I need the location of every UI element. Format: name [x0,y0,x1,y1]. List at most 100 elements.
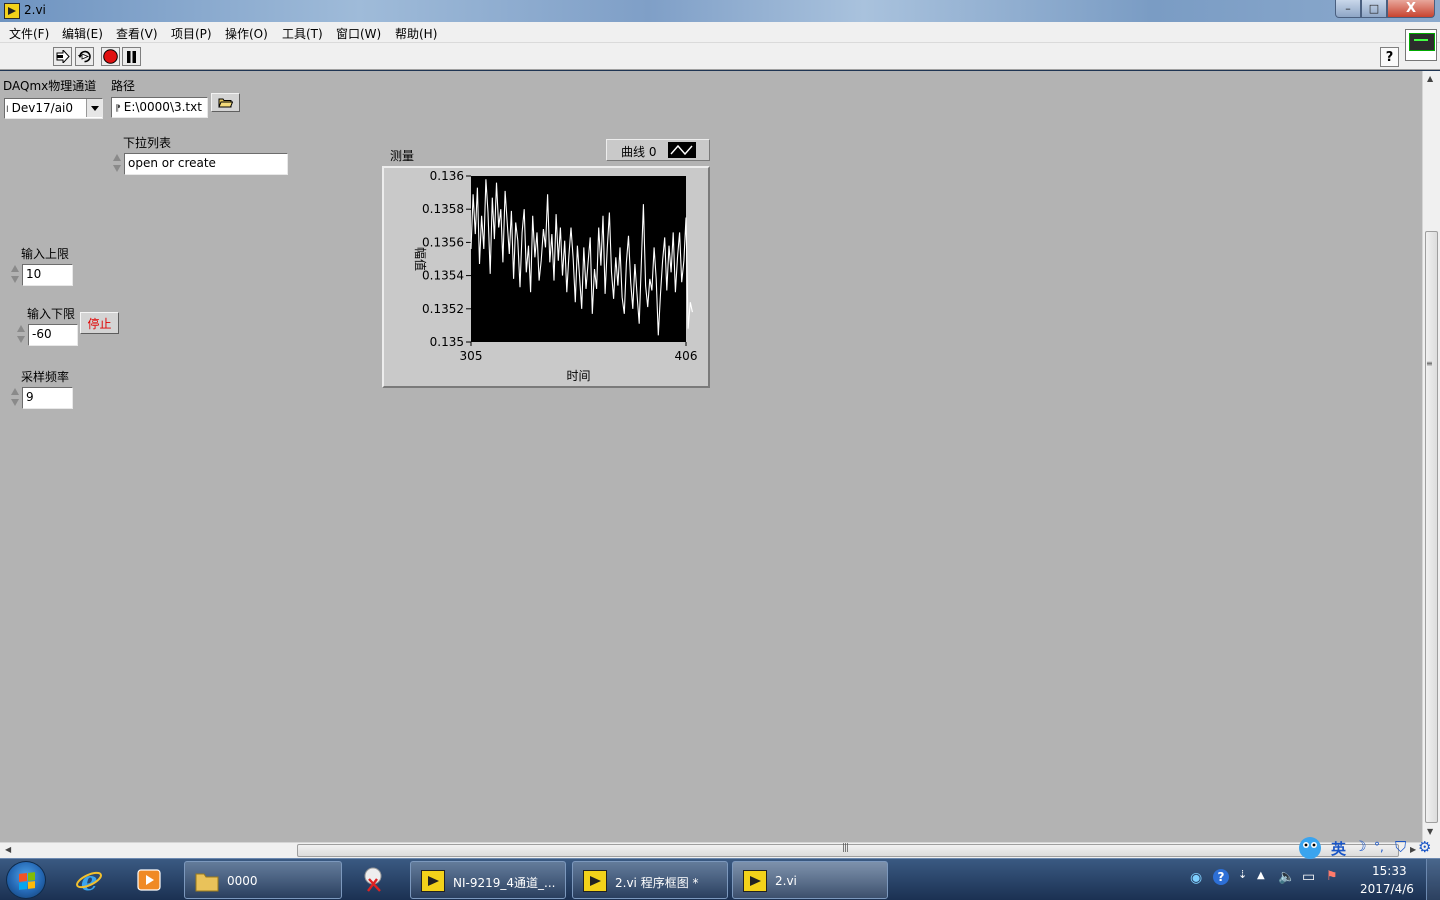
start-button[interactable] [6,861,46,899]
scroll-down-arrow-icon[interactable]: ▼ [1427,827,1433,836]
daqmx-channel-label: DAQmx物理通道 [3,79,97,93]
context-help-button[interactable]: ? [1380,47,1399,67]
taskbar-2vi-front-panel[interactable]: 2.vi [732,861,888,899]
windows-logo-icon [19,872,35,890]
lower-limit-input[interactable]: -60 [28,324,78,346]
run-continuously-button[interactable] [75,47,94,66]
minimize-button[interactable]: – [1335,0,1361,18]
path-label: 路径 [111,79,136,93]
scroll-right-arrow-icon[interactable]: ▶ [1410,845,1416,854]
dropdown-spinner[interactable] [112,151,122,177]
taskbar-ni9219-vi[interactable]: NI-9219_4通道_... [410,861,566,899]
dropdown-label: 下拉列表 [123,136,172,150]
lower-limit-spinner[interactable] [16,322,26,348]
sample-rate-label: 采样频率 [21,370,70,384]
menu-file[interactable]: 文件(F) [9,25,49,42]
clock-date[interactable]: 2017/4/6 [1360,882,1414,896]
labview-vi-icon [4,3,20,19]
tray-bluetooth-icon[interactable]: ⇣ [1238,868,1247,881]
io-name-icon: I [6,105,9,115]
menu-help[interactable]: 帮助(H) [395,25,437,42]
ime-settings-icon[interactable]: ⚙ [1418,838,1431,856]
taskbar: e 0000 NI-9219_4通道_... 2.vi 程序框图 * 2.vi … [0,837,1440,900]
pause-button[interactable] [122,47,141,66]
tray-network-app-icon[interactable]: ◉ [1190,870,1202,886]
labview-vi-icon [421,870,445,892]
y-tick-label: 0.1352 [422,302,464,316]
svg-text:e: e [81,867,98,895]
upper-limit-spinner[interactable] [10,262,20,288]
y-tick-label: 0.1358 [422,202,464,216]
y-axis-title: 幅值 [413,247,428,271]
taskbar-folder-0000[interactable]: 0000 [184,861,342,899]
pinned-internet-explorer[interactable]: e [64,862,114,898]
task-label: 2.vi [775,874,797,888]
run-button[interactable] [53,47,72,66]
y-tick-label: 0.136 [430,169,464,183]
vi-connector-icon[interactable] [1405,29,1437,61]
menu-tools[interactable]: 工具(T) [282,25,323,42]
menu-project[interactable]: 项目(P) [171,25,212,42]
menu-view[interactable]: 查看(V) [116,25,158,42]
sample-rate-input[interactable]: 9 [22,387,73,409]
x-tick-label: 305 [460,349,483,363]
lower-limit-label: 输入下限 [27,307,76,321]
internet-explorer-icon: e [76,867,102,895]
tray-help-icon[interactable]: ? [1213,869,1229,885]
horizontal-scrollbar[interactable]: ◀ ||| ▶ [0,842,1422,858]
ime-moon-icon[interactable]: ☽ [1354,839,1367,855]
path-value: E:\0000\3.txt [123,100,202,114]
vertical-grip-icon: ≡ [1426,359,1433,368]
show-desktop-button[interactable] [1426,859,1440,900]
show-hidden-icons-icon[interactable]: ▲ [1257,870,1265,881]
abort-button[interactable] [101,47,120,66]
action-center-flag-icon[interactable]: ⚑ [1326,869,1338,884]
path-control[interactable]: ⁋ E:\0000\3.txt [111,97,208,118]
open-folder-icon [218,98,233,108]
media-player-icon [137,869,161,891]
legend-series-label: 曲线 0 [621,145,657,159]
pinned-media-player[interactable] [124,862,174,898]
scroll-left-arrow-icon[interactable]: ◀ [5,845,11,854]
close-button[interactable]: X [1387,0,1435,18]
upper-limit-input[interactable]: 10 [22,264,73,286]
labview-vi-icon [583,870,607,892]
maximize-button[interactable]: □ [1361,0,1387,18]
daqmx-dropdown-arrow-icon[interactable] [86,99,102,117]
volume-icon[interactable]: 🔈 [1278,869,1295,885]
vertical-scrollbar[interactable]: ▲ ≡ ▼ [1422,71,1440,842]
stop-button[interactable]: 停止 [80,312,119,334]
chart-plot-svg: 0.136 0.1358 0.1356 0.1354 0.1352 0.135305 406… [413,169,698,383]
y-tick-label: 0.1356 [422,235,464,249]
dropdown-value[interactable]: open or create [124,153,288,175]
menu-operate[interactable]: 操作(O) [225,25,268,42]
ime-skin-icon[interactable]: ⛉ [1395,838,1406,856]
ime-mascot-icon[interactable] [1296,833,1324,861]
run-arrow-icon [56,50,70,63]
taskbar-block-diagram[interactable]: 2.vi 程序框图 * [572,861,728,899]
vertical-scroll-thumb[interactable] [1425,231,1438,823]
front-panel: DAQmx物理通道 I Dev17/ai0 路径 ⁋ E:\0000\3.txt 下… [0,71,1422,842]
scroll-up-arrow-icon[interactable]: ▲ [1427,74,1433,83]
title-bar: 2.vi – □ X [0,0,1440,22]
menu-edit[interactable]: 编辑(E) [62,25,103,42]
ime-language-toggle[interactable]: 英 [1331,838,1346,859]
network-icon[interactable]: ▭ [1302,869,1315,885]
task-label: 0000 [227,874,258,888]
sample-rate-spinner[interactable] [10,385,20,411]
y-tick-label: 0.1354 [422,269,464,283]
clock-time[interactable]: 15:33 [1372,864,1407,878]
browse-folder-button[interactable] [211,93,240,112]
upper-limit-label: 输入上限 [21,247,70,261]
menu-bar: 文件(F) 编辑(E) 查看(V) 项目(P) 操作(O) 工具(T) 窗口(W… [0,22,1440,43]
plot-legend[interactable]: 曲线 0 [606,139,710,161]
x-tick-label: 406 [675,349,698,363]
legend-line-swatch [668,142,696,158]
folder-icon [195,873,219,892]
pinned-snipping-tool[interactable] [350,862,400,898]
task-label: NI-9219_4通道_... [453,876,556,890]
ime-punct-icon[interactable]: °, [1374,840,1384,854]
menu-window[interactable]: 窗口(W) [336,25,381,42]
task-label: 2.vi 程序框图 * [615,876,699,890]
daqmx-channel-value: Dev17/ai0 [11,101,74,115]
